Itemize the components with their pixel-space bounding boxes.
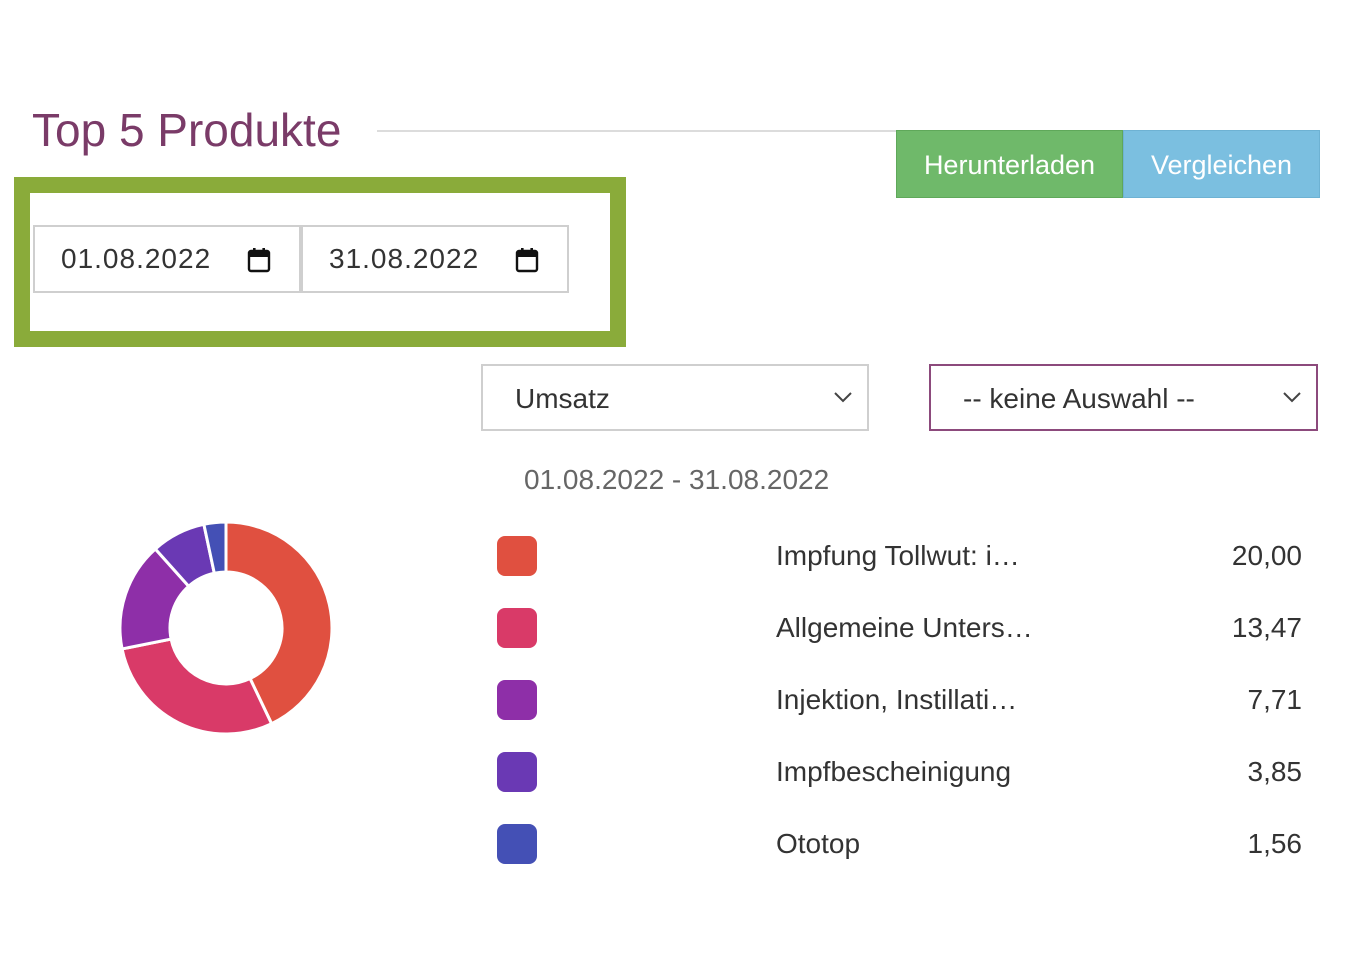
legend-value: 13,47 (1231, 612, 1302, 643)
compare-select-value: -- keine Auswahl -- (963, 383, 1195, 414)
download-button[interactable]: Herunterladen (896, 130, 1123, 198)
legend-swatch (497, 680, 537, 720)
legend-swatch (497, 824, 537, 864)
legend-item[interactable]: Ototop 1,56 (0, 822, 1346, 866)
legend-value: 1,56 (1247, 828, 1303, 859)
legend-label: Injektion, Instillati… (776, 684, 1018, 715)
legend-value: 3,85 (1247, 756, 1303, 787)
legend-item[interactable]: Impfbescheinigung 3,85 (0, 750, 1346, 794)
metric-select-value: Umsatz (515, 383, 610, 414)
legend-swatch (497, 608, 537, 648)
chevron-down-icon (1283, 392, 1301, 403)
legend-label: Impfung Tollwut: i… (776, 540, 1020, 571)
date-from-input[interactable]: 01.08.2022 (33, 225, 301, 293)
chevron-down-icon (834, 392, 852, 403)
legend-item[interactable]: Injektion, Instillati… 7,71 (0, 678, 1346, 722)
legend-item[interactable]: Impfung Tollwut: i… 20,00 (0, 534, 1346, 578)
legend-label: Impfbescheinigung (776, 756, 1012, 787)
compare-button[interactable]: Vergleichen (1123, 130, 1320, 198)
legend-label: Ototop (776, 828, 861, 859)
calendar-icon[interactable] (247, 247, 271, 273)
legend-label: Allgemeine Unters… (776, 612, 1033, 643)
legend-swatch (497, 752, 537, 792)
legend-swatch (497, 536, 537, 576)
date-to-value: 31.08.2022 (329, 243, 480, 274)
compare-select[interactable]: -- keine Auswahl -- (929, 364, 1318, 431)
metric-select[interactable]: Umsatz (481, 364, 869, 431)
page-title: Top 5 Produkte (32, 104, 342, 156)
date-from-value: 01.08.2022 (61, 243, 212, 274)
legend-item[interactable]: Allgemeine Unters… 13,47 (0, 606, 1346, 650)
chart-date-range: 01.08.2022 - 31.08.2022 (524, 464, 830, 495)
date-to-input[interactable]: 31.08.2022 (301, 225, 569, 293)
calendar-icon[interactable] (515, 247, 539, 273)
legend-value: 7,71 (1247, 684, 1303, 715)
legend-value: 20,00 (1231, 540, 1302, 571)
